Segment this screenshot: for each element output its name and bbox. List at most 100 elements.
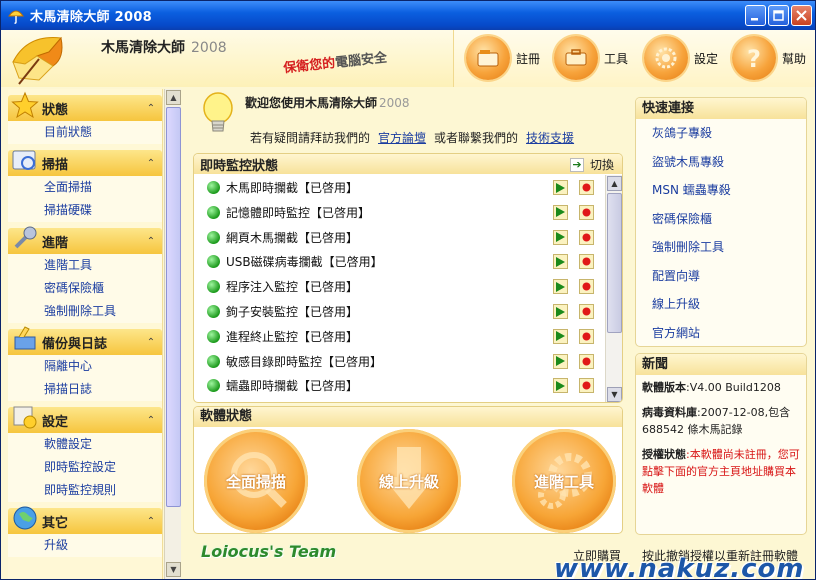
window-title: 木馬清除大師 2008: [30, 10, 153, 25]
brand-title: 木馬清除大師 2008: [101, 40, 227, 56]
close-button[interactable]: [791, 5, 812, 26]
arrow-right-icon: ➔: [569, 157, 584, 172]
play-icon[interactable]: [553, 279, 568, 295]
stop-icon[interactable]: [579, 328, 594, 344]
umbrella-app-icon: [8, 8, 24, 24]
monitor-item-label: 進程終止監控【已啓用】: [226, 329, 359, 344]
brand-year: 2008: [191, 40, 227, 56]
tech-support-link[interactable]: 技術支援: [526, 131, 574, 145]
sidebar-item[interactable]: 掃描硬碟: [8, 199, 162, 222]
sidebar-item[interactable]: 軟體設定: [8, 433, 162, 456]
sidebar-section: 狀態 ⌃ 目前狀態: [8, 91, 162, 144]
monitor-row: 敏感目錄即時監控【已啓用】: [194, 349, 604, 374]
sidebar-scrollbar[interactable]: ▲ ▼: [164, 89, 181, 579]
play-icon[interactable]: [553, 304, 568, 319]
tools-icon: [554, 36, 598, 80]
play-icon[interactable]: [553, 229, 568, 245]
sidebar-item[interactable]: 升級: [8, 534, 162, 557]
license-status: 授權狀態:本軟體尚未註冊，您可點擊下面的官方主頁地址購買本軟體: [642, 448, 800, 495]
sidebar-item[interactable]: 隔離中心: [8, 355, 162, 378]
full-scan-button[interactable]: 全面掃描: [204, 429, 308, 533]
sidebar-item[interactable]: 即時監控設定: [8, 456, 162, 479]
sidebar-item[interactable]: 進階工具: [8, 254, 162, 277]
minimize-button[interactable]: [745, 5, 766, 26]
scroll-up-arrow-icon[interactable]: ▲: [166, 90, 181, 105]
sidebar-scroll-thumb[interactable]: [166, 107, 181, 507]
slogan: 保衛您的電腦安全: [282, 50, 388, 77]
chevron-up-icon[interactable]: ⌃: [140, 337, 162, 348]
advanced-tools-button[interactable]: 進階工具: [512, 429, 616, 533]
monitor-row: 木馬即時攔截【已啓用】: [194, 175, 604, 200]
monitor-scrollbar[interactable]: ▲ ▼: [605, 175, 622, 402]
quick-link[interactable]: 盜號木馬專殺: [636, 148, 806, 177]
sidebar-section-header[interactable]: 狀態 ⌃: [8, 91, 162, 121]
play-icon[interactable]: [553, 204, 568, 220]
stop-icon[interactable]: [579, 180, 594, 195]
status-enabled-icon: [207, 255, 220, 269]
chevron-up-icon[interactable]: ⌃: [140, 103, 162, 114]
help-button[interactable]: ? 幫助: [732, 35, 806, 81]
sidebar-section-header[interactable]: 進階 ⌃: [8, 226, 162, 254]
software-status-header: 軟體狀態: [194, 407, 622, 427]
sidebar-item[interactable]: 全面掃描: [8, 176, 162, 199]
play-icon[interactable]: [553, 254, 568, 270]
sidebar-item[interactable]: 即時監控規則: [8, 479, 162, 502]
maximize-button[interactable]: [768, 5, 789, 26]
scroll-down-arrow-icon[interactable]: ▼: [166, 562, 181, 577]
tools-button[interactable]: 工具: [554, 35, 628, 81]
sidebar-section-title: 其它: [42, 515, 69, 531]
quick-link[interactable]: 官方網站: [636, 319, 806, 347]
settings-icon: [644, 36, 688, 80]
lightbulb-icon: [201, 91, 235, 142]
sidebar-item[interactable]: 密碼保險櫃: [8, 277, 162, 300]
official-forum-link[interactable]: 官方論壇: [378, 131, 426, 145]
stop-icon[interactable]: [579, 254, 594, 270]
sidebar-section-title: 設定: [42, 414, 69, 430]
stop-icon[interactable]: [579, 204, 594, 220]
stop-icon[interactable]: [579, 353, 594, 369]
sidebar-item[interactable]: 目前狀態: [8, 121, 162, 144]
quick-link[interactable]: 線上升級: [636, 290, 806, 319]
chevron-up-icon[interactable]: ⌃: [140, 236, 162, 247]
quick-link[interactable]: 灰鴿子專殺: [636, 119, 806, 148]
scroll-up-arrow-icon[interactable]: ▲: [607, 176, 622, 191]
settings-button[interactable]: 設定: [644, 35, 718, 81]
monitor-row: 程序注入監控【已啓用】: [194, 274, 604, 299]
stop-icon[interactable]: [579, 378, 594, 394]
chevron-up-icon[interactable]: ⌃: [140, 516, 162, 527]
monitor-item-label: 敏感目錄即時監控【已啓用】: [226, 354, 383, 369]
monitor-row: USB磁碟病毒攔截【已啓用】: [194, 249, 604, 274]
stop-icon[interactable]: [579, 279, 594, 295]
sidebar-item[interactable]: 掃描日誌: [8, 378, 162, 401]
play-icon[interactable]: [553, 378, 568, 394]
play-icon[interactable]: [553, 180, 568, 195]
play-icon[interactable]: [553, 328, 568, 344]
monitor-item-label: 程序注入監控【已啓用】: [226, 280, 359, 295]
monitor-scroll-thumb[interactable]: [607, 193, 622, 333]
stop-icon[interactable]: [579, 229, 594, 245]
quick-link[interactable]: MSN 蠕蟲專殺: [636, 176, 806, 205]
play-icon[interactable]: [553, 353, 568, 369]
sidebar-item[interactable]: 強制刪除工具: [8, 300, 162, 323]
quick-link[interactable]: 密碼保險櫃: [636, 205, 806, 234]
title-bar[interactable]: 木馬清除大師 2008: [1, 1, 815, 30]
chevron-up-icon[interactable]: ⌃: [140, 158, 162, 169]
chevron-up-icon[interactable]: ⌃: [140, 415, 162, 426]
sidebar-section-header[interactable]: 備份與日誌 ⌃: [8, 326, 162, 355]
quick-link[interactable]: 配置向導: [636, 262, 806, 291]
scroll-down-arrow-icon[interactable]: ▼: [607, 387, 622, 402]
scan-icon: [8, 144, 42, 176]
stop-icon[interactable]: [579, 304, 594, 319]
register-button[interactable]: 註冊: [466, 35, 540, 81]
quick-link[interactable]: 強制刪除工具: [636, 233, 806, 262]
status-enabled-icon: [207, 181, 220, 194]
sidebar-section-header[interactable]: 掃描 ⌃: [8, 150, 162, 176]
sidebar-section-title: 掃描: [42, 157, 69, 173]
sidebar-section-header[interactable]: 其它 ⌃: [8, 506, 162, 534]
star-icon: [8, 89, 42, 121]
software-version: 軟體版本:V4.00 Build1208: [642, 381, 781, 394]
switch-button[interactable]: ➔ 切換: [569, 156, 614, 173]
news-body: 軟體版本:V4.00 Build1208 病毒資料庫:2007-12-08,包含…: [636, 375, 806, 501]
sidebar-section-header[interactable]: 設定 ⌃: [8, 406, 162, 433]
online-update-button[interactable]: 線上升級: [357, 429, 461, 533]
